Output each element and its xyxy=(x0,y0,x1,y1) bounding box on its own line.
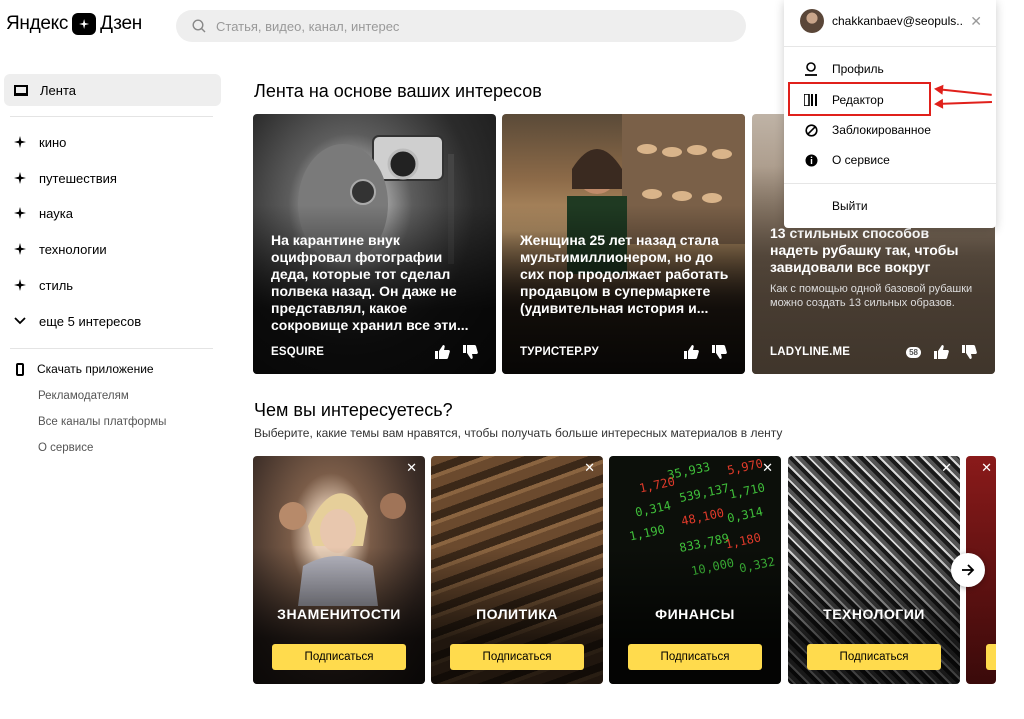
sidebar-item-travel[interactable]: путешествия xyxy=(14,168,117,188)
menu-item-label: Заблокированное xyxy=(832,123,931,137)
search-input[interactable] xyxy=(216,18,696,34)
user-account-row[interactable]: chakkanbaev@seopuls... ✕ xyxy=(800,8,982,34)
download-app-link[interactable]: Скачать приложение xyxy=(16,362,154,376)
sidebar-item-label: наука xyxy=(39,205,73,221)
zen-star-icon xyxy=(14,172,26,184)
sidebar-item-science[interactable]: наука xyxy=(14,203,73,223)
sidebar-item-feed[interactable]: Лента xyxy=(4,74,221,106)
close-icon[interactable]: ✕ xyxy=(941,460,952,476)
next-arrow-button[interactable] xyxy=(951,553,985,587)
download-app-label: Скачать приложение xyxy=(37,362,154,376)
card-source: LADYLINE.ME xyxy=(770,346,851,358)
logo-text-yandex: Яндекс xyxy=(6,13,69,34)
close-icon[interactable]: ✕ xyxy=(406,460,417,476)
dislike-icon[interactable] xyxy=(961,344,977,360)
arrow-right-icon xyxy=(962,564,975,576)
card-title: 13 стильных способов надеть рубашку так,… xyxy=(770,225,959,275)
sidebar-divider xyxy=(10,116,213,117)
feed-icon xyxy=(14,84,28,96)
card-description: Как с помощью одной базовой рубашки можн… xyxy=(770,283,973,309)
feed-heading: Лента на основе ваших интересов xyxy=(254,81,542,101)
search-icon xyxy=(192,19,206,33)
dislike-icon[interactable] xyxy=(462,344,478,360)
subscribe-button[interactable]: Подписаться xyxy=(628,644,762,670)
zen-star-icon xyxy=(14,136,26,148)
sidebar-item-label: путешествия xyxy=(39,170,117,186)
phone-icon xyxy=(16,362,24,376)
sidebar-item-label: кино xyxy=(39,134,67,150)
menu-item-label: Выйти xyxy=(832,199,868,213)
like-icon[interactable] xyxy=(933,344,949,360)
comments-badge[interactable]: 58 xyxy=(906,346,921,358)
topic-title: ФИНАНСЫ xyxy=(655,606,735,622)
interests-subtitle: Выберите, какие темы вам нравятся, чтобы… xyxy=(254,426,783,440)
user-email: chakkanbaev@seopuls... xyxy=(832,14,965,28)
close-icon[interactable]: ✕ xyxy=(584,460,595,476)
all-channels-link[interactable]: Все каналы платформы xyxy=(38,416,166,428)
blocked-icon xyxy=(804,123,818,137)
topic-card-politics[interactable]: ✕ ПОЛИТИКА Подписаться xyxy=(431,456,603,684)
like-icon[interactable] xyxy=(434,344,450,360)
search-bar[interactable] xyxy=(176,10,746,42)
info-icon xyxy=(804,153,818,167)
card-source: ТУРИСТЕР.РУ xyxy=(520,346,599,358)
sidebar-item-label: еще 5 интересов xyxy=(39,313,142,329)
menu-divider xyxy=(784,183,996,184)
like-icon[interactable] xyxy=(683,344,699,360)
topic-card-celebrities[interactable]: ✕ ЗНАМЕНИТОСТИ Подписаться xyxy=(253,456,425,684)
card-source: ESQUIRE xyxy=(271,346,325,358)
feed-card[interactable]: Женщина 25 лет назад стала мультимиллион… xyxy=(502,114,745,374)
feed-card[interactable]: На карантине внук оцифровал фотографии д… xyxy=(253,114,496,374)
menu-item-label: Профиль xyxy=(832,62,884,76)
subscribe-button[interactable]: Подписаться xyxy=(807,644,941,670)
sidebar-divider xyxy=(10,348,213,349)
close-icon[interactable]: ✕ xyxy=(970,13,982,30)
card-title: На карантине внук оцифровал фотографии д… xyxy=(271,232,469,333)
subscribe-button[interactable]: Подписаться xyxy=(272,644,406,670)
menu-item-label: О сервисе xyxy=(832,153,890,167)
sidebar-item-label: Лента xyxy=(40,82,76,98)
advertisers-link[interactable]: Рекламодателям xyxy=(38,390,129,402)
topic-card-technology[interactable]: ✕ ТЕХНОЛОГИИ Подписаться xyxy=(788,456,960,684)
menu-divider xyxy=(784,46,996,47)
zen-star-icon xyxy=(14,243,26,255)
card-title: Женщина 25 лет назад стала мультимиллион… xyxy=(520,232,729,316)
sidebar-item-label: стиль xyxy=(39,277,74,293)
topic-title: ЗНАМЕНИТОСТИ xyxy=(277,606,401,622)
menu-item-blocked[interactable]: Заблокированное xyxy=(804,123,931,137)
chevron-down-icon xyxy=(14,314,26,328)
sidebar-item-kino[interactable]: кино xyxy=(14,132,66,152)
close-icon[interactable]: ✕ xyxy=(762,460,773,476)
sidebar-item-technology[interactable]: технологии xyxy=(14,239,107,259)
avatar xyxy=(800,9,824,33)
dislike-icon[interactable] xyxy=(711,344,727,360)
editor-highlight-box xyxy=(788,82,931,116)
card-actions xyxy=(434,344,478,360)
zen-logo-icon xyxy=(72,13,97,35)
yandex-zen-logo[interactable]: Яндекс Дзен xyxy=(6,10,142,38)
sidebar-more-interests[interactable]: еще 5 интересов xyxy=(14,311,141,331)
profile-icon xyxy=(804,62,818,76)
topic-title: ТЕХНОЛОГИИ xyxy=(823,606,925,622)
interests-heading: Чем вы интересуетесь? xyxy=(254,400,453,420)
zen-star-icon xyxy=(14,279,26,291)
subscribe-button[interactable]: Подписаться xyxy=(450,644,584,670)
subscribe-button[interactable] xyxy=(986,644,996,670)
card-actions: 58 xyxy=(906,344,977,360)
about-service-link[interactable]: О сервисе xyxy=(38,442,93,454)
logo-text-zen: Дзен xyxy=(100,13,142,34)
sidebar-item-label: технологии xyxy=(39,241,107,257)
topic-card-finance[interactable]: 35,9335,970539,1371,71048,1000,314833,78… xyxy=(609,456,781,684)
menu-item-logout[interactable]: Выйти xyxy=(832,199,868,213)
sidebar-item-style[interactable]: стиль xyxy=(14,275,73,295)
menu-item-profile[interactable]: Профиль xyxy=(804,62,884,76)
zen-star-icon xyxy=(14,207,26,219)
menu-item-about[interactable]: О сервисе xyxy=(804,153,890,167)
close-icon[interactable]: ✕ xyxy=(981,460,992,476)
card-actions xyxy=(683,344,727,360)
topic-title: ПОЛИТИКА xyxy=(476,606,558,622)
